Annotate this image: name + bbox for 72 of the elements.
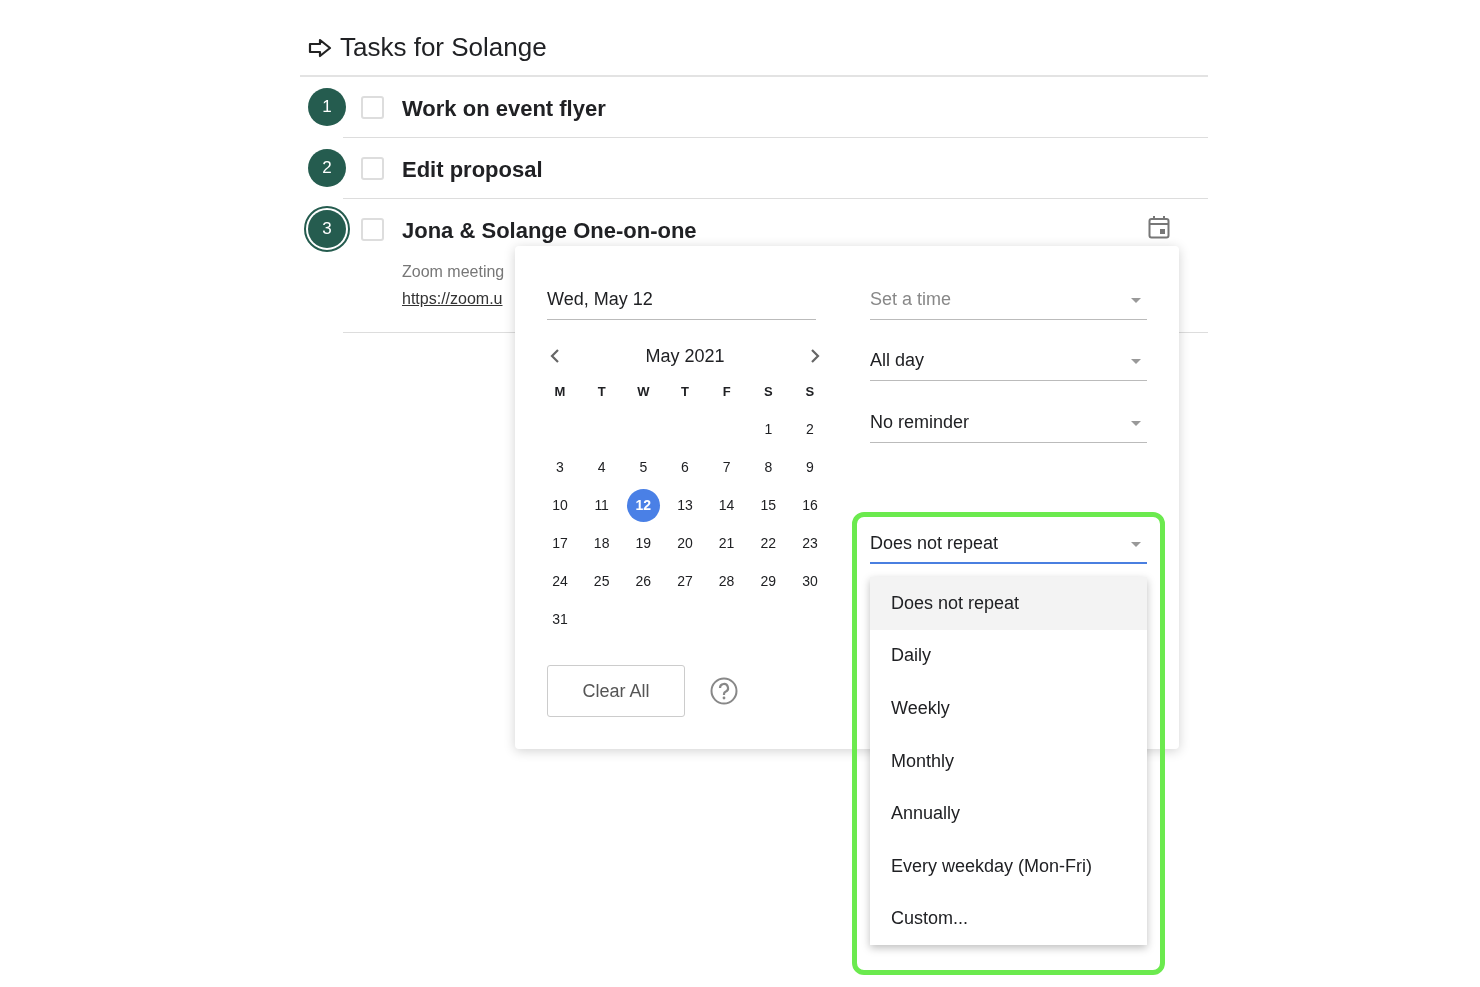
caret-icon (1131, 298, 1141, 304)
calendar-day[interactable]: 19 (626, 526, 660, 560)
calendar-day[interactable]: 12 (626, 488, 660, 522)
calendar-day[interactable]: 30 (793, 564, 827, 598)
calendar-day[interactable]: 14 (710, 488, 744, 522)
calendar-day[interactable]: 25 (585, 564, 619, 598)
arrow-icon (308, 37, 332, 58)
previous-month-icon[interactable] (550, 349, 560, 363)
calendar-day[interactable]: 7 (710, 450, 744, 484)
clear-all-button[interactable]: Clear All (547, 665, 685, 717)
task-number[interactable]: 2 (308, 149, 346, 187)
calendar-day[interactable]: 11 (585, 488, 619, 522)
date-field[interactable]: Wed, May 12 (547, 278, 816, 320)
calendar-day[interactable]: 23 (793, 526, 827, 560)
help-icon[interactable] (710, 677, 738, 705)
caret-icon (1131, 542, 1141, 548)
month-label: May 2021 (645, 344, 725, 368)
reminder-dropdown[interactable]: No reminder (870, 401, 1147, 443)
weekday-label: W (636, 383, 651, 402)
calendar-day[interactable]: 4 (585, 450, 619, 484)
menu-item[interactable]: Custom... (870, 892, 1147, 946)
checkbox[interactable] (361, 218, 384, 241)
menu-item[interactable]: Does not repeat (870, 577, 1147, 630)
weekday-label: S (762, 383, 774, 402)
weekday-label: T (596, 383, 607, 402)
menu-item[interactable]: Daily (870, 629, 1147, 683)
calendar-day[interactable]: 21 (710, 526, 744, 560)
calendar-day[interactable]: 5 (626, 450, 660, 484)
calendar-day[interactable]: 20 (668, 526, 702, 560)
calendar-day[interactable]: 15 (751, 488, 785, 522)
calendar-day[interactable]: 8 (751, 450, 785, 484)
menu-item[interactable]: Every weekday (Mon-Fri) (870, 839, 1147, 893)
weekday-label: M (553, 383, 567, 402)
calendar-day[interactable]: 3 (543, 450, 577, 484)
caret-icon (1131, 421, 1141, 427)
all-day-dropdown[interactable]: All day (870, 339, 1147, 381)
task-number[interactable]: 1 (308, 88, 346, 126)
checkbox[interactable] (361, 157, 384, 180)
calendar-day[interactable]: 28 (710, 564, 744, 598)
calendar-day[interactable]: 10 (543, 488, 577, 522)
menu-item[interactable]: Weekly (870, 682, 1147, 735)
next-month-icon[interactable] (810, 349, 820, 363)
calendar-day[interactable]: 13 (668, 488, 702, 522)
calendar-day[interactable]: 31 (543, 602, 577, 636)
task-title: Work on event flyer (402, 95, 606, 123)
weekday-label: T (680, 383, 690, 402)
page-title: Tasks for Solange (340, 31, 547, 64)
task-title: Jona & Solange One-on-one (402, 217, 697, 245)
task-link[interactable]: https://zoom.u (402, 287, 503, 311)
task-title: Edit proposal (402, 156, 543, 184)
calendar-day[interactable]: 27 (668, 564, 702, 598)
calendar-day[interactable]: 18 (585, 526, 619, 560)
time-dropdown[interactable]: Set a time (870, 278, 1147, 320)
calendar-day[interactable]: 9 (793, 450, 827, 484)
calendar-day[interactable]: 16 (793, 488, 827, 522)
weekday-label: F (721, 383, 732, 402)
calendar-day[interactable]: 2 (793, 412, 827, 446)
task-notes: Zoom meeting (402, 262, 505, 282)
calendar-day[interactable]: 22 (751, 526, 785, 560)
calendar-icon[interactable] (1148, 215, 1170, 239)
menu-item[interactable]: Annually (870, 787, 1147, 840)
calendar-day[interactable]: 26 (626, 564, 660, 598)
calendar-day[interactable]: 1 (751, 412, 785, 446)
calendar-day[interactable]: 24 (543, 564, 577, 598)
caret-icon (1131, 359, 1141, 365)
calendar-day[interactable]: 6 (668, 450, 702, 484)
calendar-day[interactable]: 29 (751, 564, 785, 598)
calendar-day[interactable]: 17 (543, 526, 577, 560)
task-number[interactable]: 3 (304, 206, 350, 252)
weekday-label: S (804, 383, 816, 402)
checkbox[interactable] (361, 96, 384, 119)
menu-item[interactable]: Monthly (870, 734, 1147, 788)
